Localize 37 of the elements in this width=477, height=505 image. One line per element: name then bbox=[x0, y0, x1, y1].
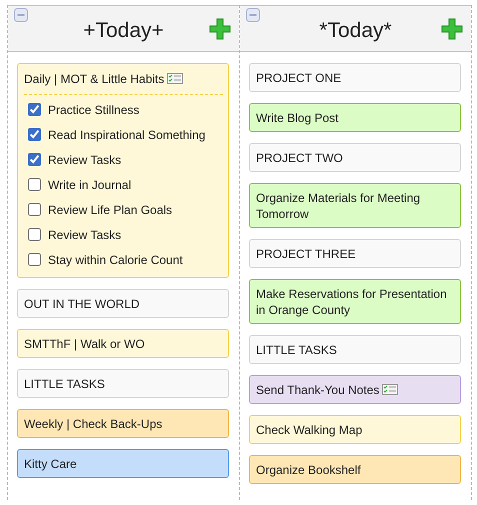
task-card[interactable]: LITTLE TASKS bbox=[249, 335, 461, 364]
task-card[interactable]: Send Thank-You Notes bbox=[249, 375, 461, 404]
task-card[interactable]: Write Blog Post bbox=[249, 103, 461, 132]
task-card[interactable]: Daily | MOT & Little Habits Practice Stillness Read Inspirational Something Review Tasks Write in Journal Review Life Plan Goals Review Tasks Stay within Calorie Count bbox=[17, 63, 229, 278]
add-icon[interactable] bbox=[209, 18, 231, 40]
checklist-item: Stay within Calorie Count bbox=[48, 252, 183, 268]
checkbox[interactable] bbox=[28, 253, 41, 266]
task-card[interactable]: Organize Bookshelf bbox=[249, 455, 461, 484]
checklist-item: Write in Journal bbox=[48, 176, 132, 192]
checkbox[interactable] bbox=[28, 128, 41, 141]
task-card[interactable]: SMTThF | Walk or WO bbox=[17, 329, 229, 358]
checklist-item: Practice Stillness bbox=[48, 102, 140, 118]
task-card[interactable]: PROJECT THREE bbox=[249, 239, 461, 268]
checklist-item: Review Tasks bbox=[48, 226, 122, 242]
task-card[interactable]: PROJECT TWO bbox=[249, 143, 461, 172]
task-card[interactable]: LITTLE TASKS bbox=[17, 369, 229, 398]
collapse-icon[interactable] bbox=[246, 8, 260, 22]
task-card[interactable]: Weekly | Check Back-Ups bbox=[17, 409, 229, 438]
task-card[interactable]: Check Walking Map bbox=[249, 415, 461, 444]
checkbox[interactable] bbox=[28, 203, 41, 216]
checkbox[interactable] bbox=[28, 153, 41, 166]
checkbox[interactable] bbox=[28, 228, 41, 241]
collapse-icon[interactable] bbox=[14, 8, 28, 22]
task-card[interactable]: Make Reservations for Presentation in Orange County bbox=[249, 279, 461, 324]
checklist-item: Review Life Plan Goals bbox=[48, 202, 172, 218]
checklist-item: Review Tasks bbox=[48, 152, 122, 168]
column-title: +Today+ bbox=[83, 18, 164, 42]
task-card[interactable]: OUT IN THE WORLD bbox=[17, 289, 229, 318]
checkbox[interactable] bbox=[28, 178, 41, 191]
add-icon[interactable] bbox=[441, 18, 463, 40]
task-card[interactable]: PROJECT ONE bbox=[249, 63, 461, 92]
checklist-item: Read Inspirational Something bbox=[48, 126, 206, 142]
column-title: *Today* bbox=[319, 18, 392, 42]
checkbox[interactable] bbox=[28, 103, 41, 116]
task-card[interactable]: Kitty Care bbox=[17, 449, 229, 478]
task-card[interactable]: Organize Materials for Meeting Tomorrow bbox=[249, 183, 461, 228]
card-title: Daily | MOT & Little Habits bbox=[24, 72, 164, 86]
